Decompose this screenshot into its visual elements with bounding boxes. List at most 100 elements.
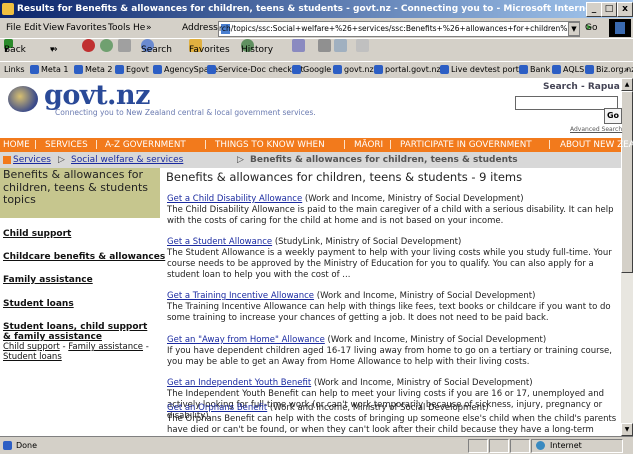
nav-home[interactable]: HOME (3, 138, 30, 152)
link-google[interactable]: Google (292, 62, 331, 78)
address-dropdown-icon[interactable]: ▼ (568, 22, 580, 36)
back-button[interactable]: Back ▾ (4, 39, 26, 61)
menu-help[interactable]: He (133, 18, 145, 38)
address-value: rch/topics/ssc:Social+welfare+%26+servic… (219, 24, 579, 33)
ie-page-icon (153, 65, 162, 74)
sidebar-link-child-support[interactable]: Child support (3, 229, 71, 239)
minimize-button[interactable]: _ (586, 2, 602, 17)
menu-edit[interactable]: Edit (24, 18, 41, 38)
edit-icon (334, 39, 347, 52)
link-service-doc-checklist[interactable]: Service-Doc checklist (207, 62, 304, 78)
link-live-devtest-portal[interactable]: Live devtest portal (440, 62, 526, 78)
result-description: The Child Disability Allowance is paid t… (167, 205, 614, 226)
sidebar-link-student-loans[interactable]: Student loans (3, 299, 74, 309)
site-search-input[interactable] (515, 96, 618, 110)
result-link[interactable]: Get an Independent Youth Benefit (167, 378, 311, 388)
result-agency: (Work and Income, Ministry of Social Dev… (314, 291, 536, 301)
link-meta-1[interactable]: Meta 1 (30, 62, 69, 78)
menu-tools[interactable]: Tools (108, 18, 130, 38)
status-bar: Done Internet (0, 436, 633, 454)
result-description: The Orphans Benefit can help with the co… (167, 414, 617, 437)
ie-page-icon (440, 65, 449, 74)
nav-about-new-zealand[interactable]: ABOUT NEW ZEALAND (560, 138, 633, 152)
mail-button[interactable]: ▾ (292, 39, 305, 61)
result-agency: (StudyLink, Ministry of Social Developme… (272, 237, 462, 247)
ie-page-icon (115, 65, 124, 74)
menu-file[interactable]: File (6, 18, 21, 38)
sidebar-heading: Benefits & allowances for children, teen… (3, 168, 149, 206)
favorites-label: Favorites (189, 45, 230, 55)
ie-page-icon (552, 65, 561, 74)
nav-participate-in-government[interactable]: PARTICIPATE IN GOVERNMENT (400, 138, 532, 152)
forward-arrow-icon: ⇒ (50, 45, 58, 55)
breadcrumb-services[interactable]: Services (13, 152, 51, 168)
link-label: Live devtest portal (451, 65, 527, 74)
scroll-down-icon[interactable]: ▼ (621, 423, 633, 436)
sidebar-heading-box: Benefits & allowances for children, teen… (0, 168, 160, 218)
sidebar: Benefits & allowances for children, teen… (0, 168, 165, 436)
nav-sep: | (95, 140, 98, 150)
menu-bar: File Edit View Favorites Tools He » Addr… (0, 18, 633, 38)
scroll-thumb[interactable] (621, 91, 633, 273)
link-label: Meta 2 (85, 65, 113, 74)
advanced-search-link[interactable]: Advanced Search (570, 126, 622, 133)
nav-things-to-know-when[interactable]: THINGS TO KNOW WHEN (215, 138, 325, 152)
forward-button[interactable]: ⇒ ▾ (50, 39, 58, 61)
link-biz-org-nz[interactable]: Biz.org.nz (585, 62, 633, 78)
link-label: Google (303, 65, 332, 74)
nav-maori[interactable]: MĀORI (354, 138, 383, 152)
breadcrumb: Services ▷ Social welfare & services ▷ B… (0, 152, 621, 168)
menu-view[interactable]: View (43, 18, 64, 38)
ie-page-icon (585, 65, 594, 74)
vertical-scrollbar[interactable]: ▲ ▼ (621, 78, 633, 436)
breadcrumb-current: Benefits & allowances for children, teen… (250, 155, 518, 165)
sidebar-sub-child-support[interactable]: Child support (3, 342, 60, 352)
address-label: Address (182, 23, 218, 33)
link-label: Service-Doc checklist (218, 65, 304, 74)
maximize-button[interactable]: □ (601, 2, 617, 17)
link-aqls[interactable]: AQLS (552, 62, 584, 78)
nav-a-z-government[interactable]: A-Z GOVERNMENT (105, 138, 186, 152)
result-item: Get an "Away from Home" Allowance (Work … (167, 335, 617, 368)
search-label: Search (141, 45, 172, 55)
nz-coat-of-arms-logo (8, 86, 38, 112)
result-agency: (Work and Income, Ministry of Social Dev… (324, 335, 547, 345)
link-portal-govt-nz[interactable]: portal.govt.nz (374, 62, 441, 78)
result-link[interactable]: Get a Training Incentive Allowance (167, 291, 314, 301)
status-text: Done (16, 441, 38, 450)
sidebar-link-childcare-benefits[interactable]: Childcare benefits & allowances (3, 252, 165, 262)
sidebar-link-family-assistance[interactable]: Family assistance (3, 275, 93, 285)
discuss-icon (356, 39, 369, 52)
breadcrumb-arrow-icon (3, 156, 11, 164)
result-link[interactable]: Get an "Away from Home" Allowance (167, 335, 325, 345)
link-bank[interactable]: Bank (519, 62, 550, 78)
site-logo-text[interactable]: govt.nz (44, 80, 150, 111)
site-search-go-button[interactable]: Go (604, 108, 622, 124)
status-pane (468, 439, 488, 453)
edit-button[interactable]: ▾ (334, 39, 347, 61)
result-link[interactable]: Get a Child Disability Allowance (167, 194, 302, 204)
result-description: If you have dependent children aged 16-1… (167, 346, 612, 367)
links-more-chevron[interactable]: » (624, 62, 629, 78)
link-egovt[interactable]: Egovt (115, 62, 149, 78)
sidebar-link-student-loans-child-support[interactable]: Student loans, child support & family as… (3, 322, 155, 342)
link-govt-nz[interactable]: govt.nz (333, 62, 374, 78)
result-agency: (Work and Income, Ministry of Social Dev… (311, 378, 533, 388)
link-agencyspace[interactable]: AgencySpace (153, 62, 218, 78)
ie-page-icon (519, 65, 528, 74)
menu-favorites[interactable]: Favorites (66, 18, 107, 38)
result-link[interactable]: Get a Student Allowance (167, 237, 272, 247)
scroll-up-icon[interactable]: ▲ (621, 78, 633, 91)
links-bar: Links Meta 1 Meta 2 Egovt AgencySpace Se… (0, 61, 633, 78)
breadcrumb-sep: ▷ (58, 155, 65, 165)
result-link[interactable]: Get an Orphans Benefit (167, 403, 267, 413)
sidebar-sub-student-loans[interactable]: Student loans (3, 352, 62, 362)
home-icon (118, 39, 131, 52)
nav-services[interactable]: SERVICES (45, 138, 88, 152)
menu-more-chevron[interactable]: » (146, 18, 152, 38)
link-meta-2[interactable]: Meta 2 (74, 62, 113, 78)
close-button[interactable]: x (617, 2, 633, 17)
sidebar-sub-family-assistance[interactable]: Family assistance (68, 342, 143, 352)
breadcrumb-social-welfare[interactable]: Social welfare & services (71, 152, 183, 168)
address-bar[interactable]: rch/topics/ssc:Social+welfare+%26+servic… (218, 21, 580, 37)
